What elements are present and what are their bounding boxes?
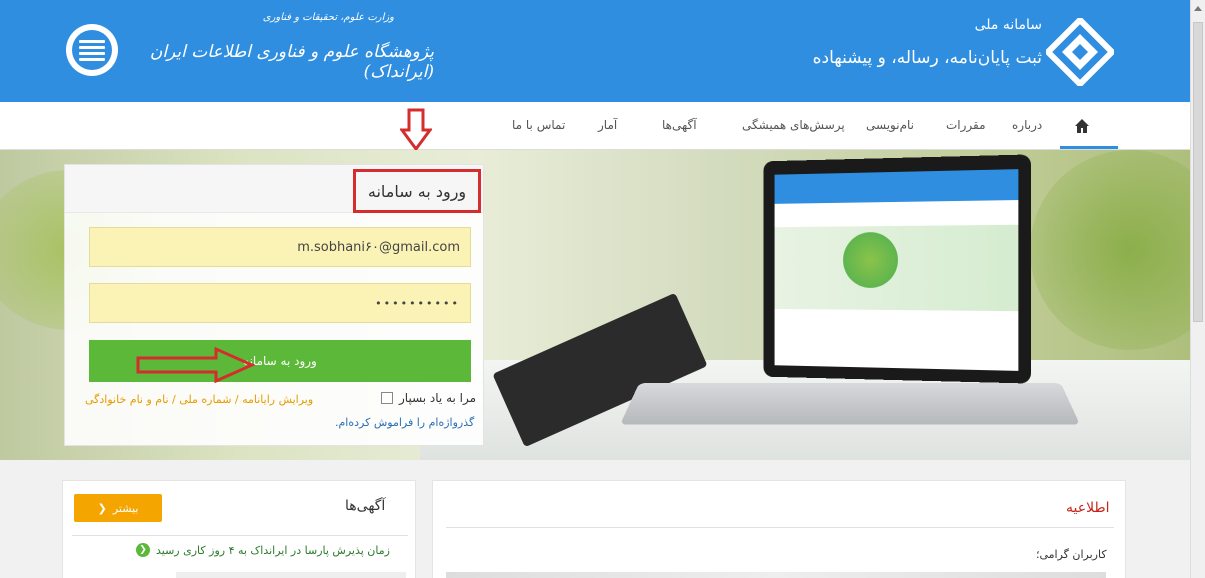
notice-title: اطلاعیه <box>1066 500 1110 516</box>
nav-item-stats[interactable]: آمار <box>598 118 617 132</box>
irandoc-logo-icon[interactable] <box>66 24 118 76</box>
page-scrollbar[interactable] <box>1190 0 1205 578</box>
email-field[interactable]: m.sobhani۶۰@gmail.com <box>89 227 471 267</box>
divider <box>72 535 408 536</box>
hero-foliage-right <box>1030 150 1190 350</box>
scrollbar-thumb[interactable] <box>1193 22 1203 322</box>
nav-item-regulations[interactable]: مقررات <box>946 118 986 132</box>
annotation-arrow-right-icon <box>136 346 256 384</box>
login-panel: ورود به سامانه m.sobhani۶۰@gmail.com •••… <box>64 164 484 446</box>
irandoc-title: پژوهشگاه علوم و فناوری اطلاعات ایران (ای… <box>149 42 434 82</box>
system-logo-icon[interactable] <box>1046 18 1114 86</box>
forgot-password-link[interactable]: گذرواژه‌ام را فراموش کرده‌ام. <box>335 416 474 429</box>
notice-greeting: کاربران گرامی؛ <box>1036 548 1107 561</box>
login-title: ورود به سامانه <box>353 169 481 213</box>
scroll-up-icon[interactable] <box>1194 6 1202 11</box>
notice-body-cut-off <box>446 572 1106 578</box>
password-field[interactable]: •••••••••• <box>89 283 471 323</box>
remember-me[interactable]: مرا به یاد بسپار <box>381 391 476 405</box>
more-label: بیشتر <box>112 501 139 515</box>
nav-item-register[interactable]: نام‌نویسی <box>866 118 914 132</box>
annotation-arrow-down-icon <box>400 108 432 152</box>
edit-info-link[interactable]: ویرایش رایانامه / شماره ملی / نام و نام … <box>85 393 313 406</box>
nav-item-faq[interactable]: پرسش‌های همیشگی <box>742 118 845 132</box>
ads-title: آگهی‌ها <box>345 498 386 514</box>
ad-list-item-cut-off <box>176 572 406 578</box>
chevron-left-icon: ❮ <box>97 501 107 515</box>
remember-me-label: مرا به یاد بسپار <box>399 391 477 405</box>
main-nav: درباره مقررات نام‌نویسی پرسش‌های همیشگی … <box>0 102 1190 150</box>
home-icon[interactable] <box>1074 118 1090 134</box>
ministry-subtitle: وزارت علوم، تحقیقات و فناوری <box>262 12 394 23</box>
system-small-title: سامانه ملی <box>974 17 1042 33</box>
active-tab-indicator <box>1060 146 1118 149</box>
nav-item-about[interactable]: درباره <box>1012 118 1042 132</box>
hero-laptop-screen-image <box>763 154 1032 384</box>
hero-laptop-base-image <box>620 383 1080 425</box>
ad-list-item[interactable]: زمان پذیرش پارسا در ایرانداک به ۴ روز کا… <box>136 543 390 557</box>
notice-panel <box>432 480 1126 578</box>
system-title: ثبت پایان‌نامه، رساله، و پیشنهاده <box>812 48 1042 68</box>
ad-item-text: زمان پذیرش پارسا در ایرانداک به ۴ روز کا… <box>156 543 390 557</box>
more-ads-button[interactable]: بیشتر ❮ <box>74 494 162 522</box>
site-header: وزارت علوم، تحقیقات و فناوری پژوهشگاه عل… <box>0 0 1190 102</box>
remember-me-checkbox[interactable] <box>381 392 393 404</box>
divider <box>446 527 1114 528</box>
nav-item-ads[interactable]: آگهی‌ها <box>662 118 697 132</box>
chevron-left-circle-icon: ❮ <box>136 543 150 557</box>
nav-item-contact[interactable]: تماس با ما <box>512 118 565 132</box>
